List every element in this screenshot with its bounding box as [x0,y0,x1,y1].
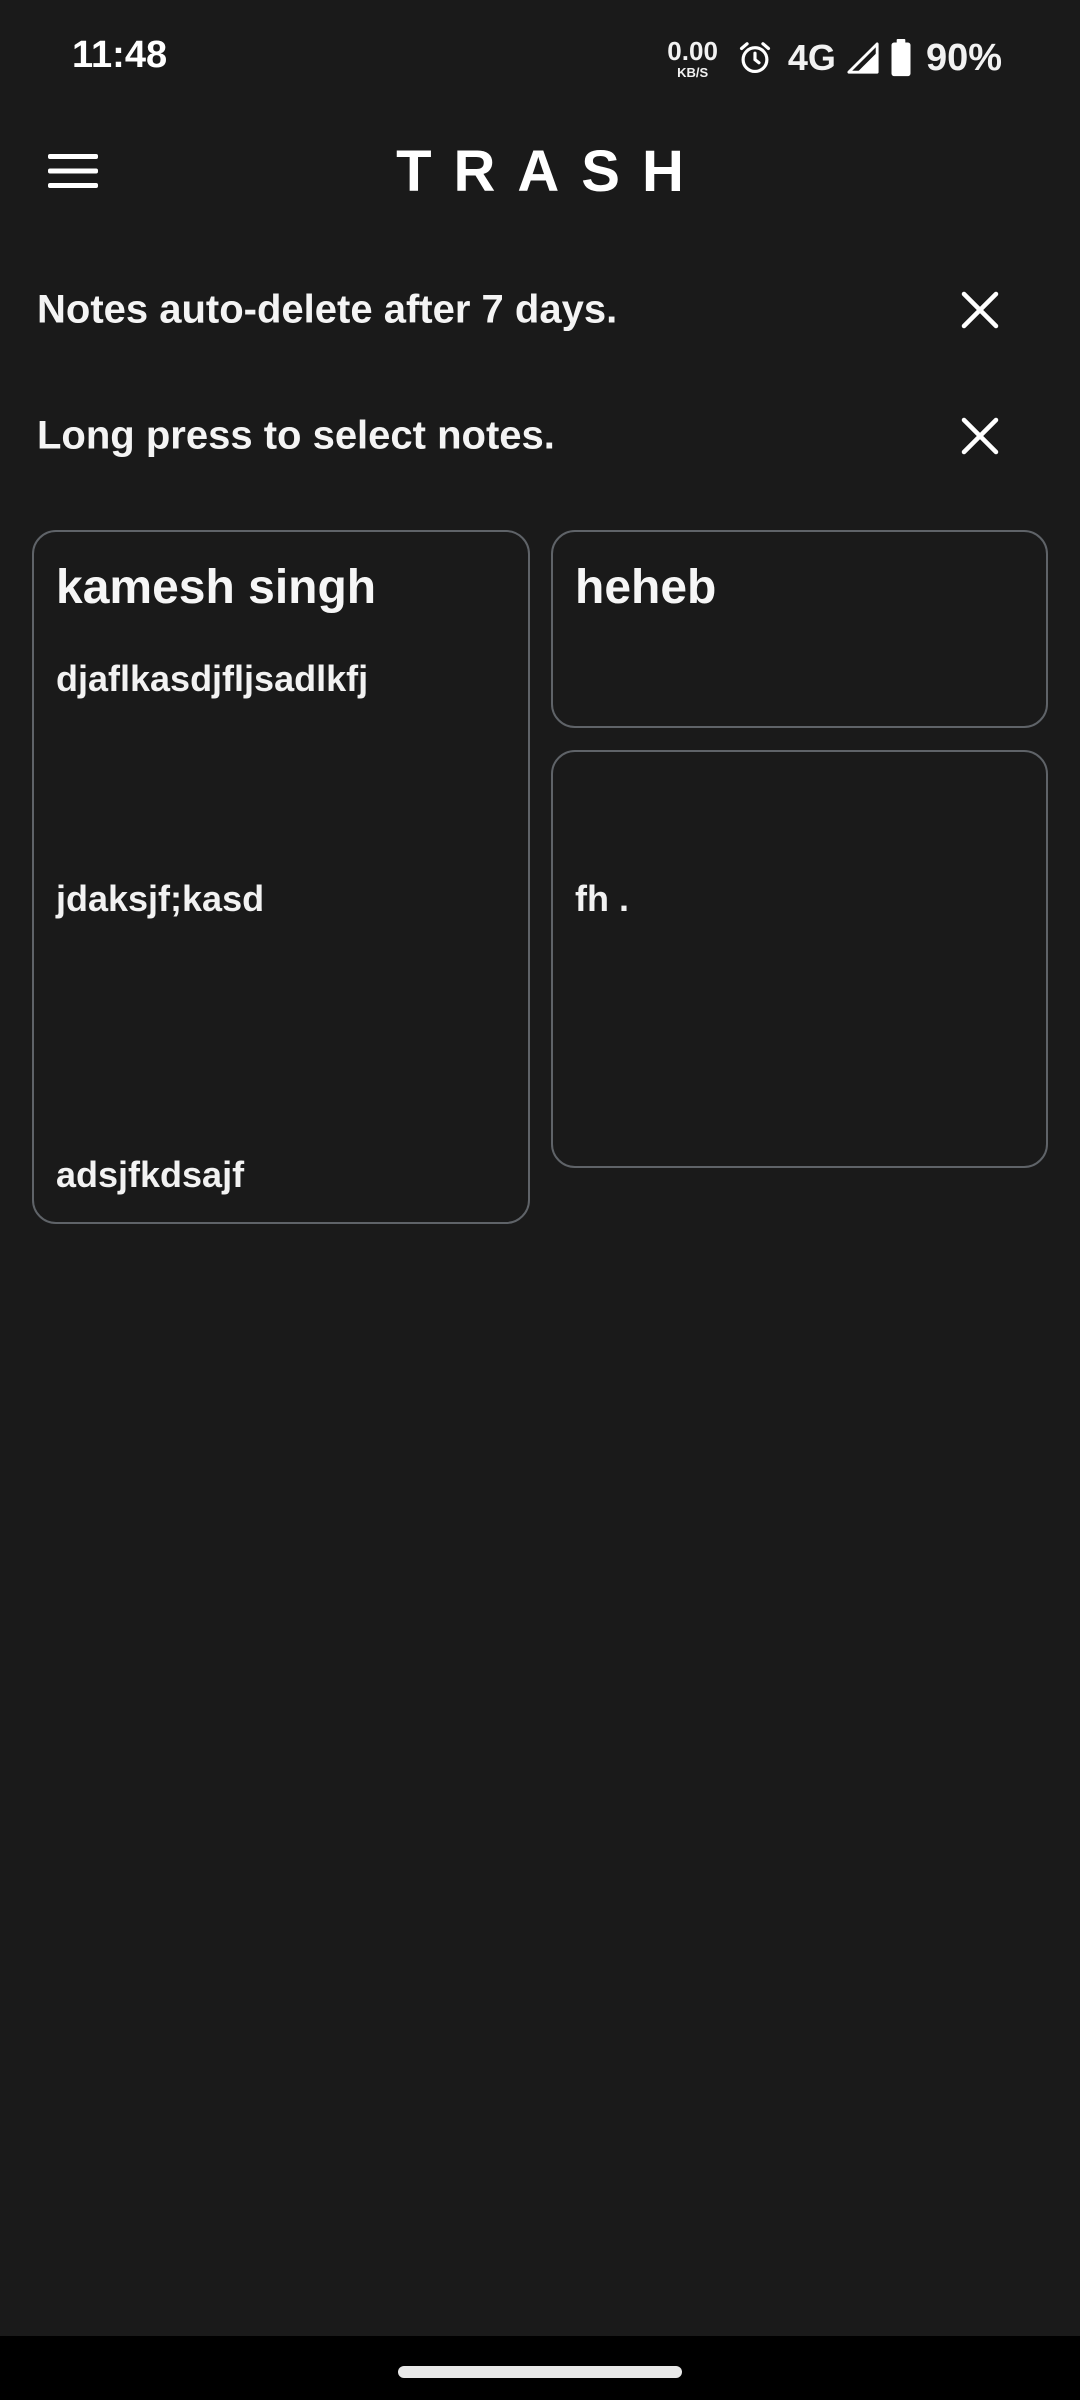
note-title: heheb [575,561,717,614]
banner-text: Long press to select notes. [37,413,555,458]
network-speed-unit: KB/S [677,64,709,80]
long-press-banner: Long press to select notes. [0,386,1080,486]
dismiss-long-press-button[interactable] [950,406,1010,466]
app-bar: TRASH [0,116,1080,226]
note-title: kamesh singh [56,561,377,614]
network-speed-value: 0.00 [667,35,718,66]
note-body-line: jdaksjf;kasd [56,878,265,919]
page-title: TRASH [396,139,706,204]
network-speed: 0.00 KB/S [667,38,718,79]
status-time: 11:48 [72,34,168,76]
battery-percent: 90% [925,36,1002,79]
home-gesture-handle[interactable] [398,2366,682,2378]
note-card[interactable]: kamesh singh djaflkasdjfljsadlkfj jdaksj… [32,530,530,1224]
signal-icon [846,41,880,75]
note-body-line: fh . [575,878,629,919]
status-bar: 11:48 0.00 KB/S 4G 90% [0,0,1080,116]
auto-delete-banner: Notes auto-delete after 7 days. [0,260,1080,360]
network-type: 4G [787,37,836,78]
note-body-line: adsjfkdsajf [56,1154,245,1195]
note-body-line: djaflkasdjfljsadlkfj [56,658,369,699]
status-icons: 0.00 KB/S 4G 90% [667,30,1002,86]
close-icon [961,417,999,455]
battery-icon [890,39,912,77]
alarm-icon [736,39,774,77]
close-icon [961,291,999,329]
note-card[interactable]: heheb [551,530,1048,728]
system-navigation-bar [0,2336,1080,2400]
banner-text: Notes auto-delete after 7 days. [37,287,618,332]
note-card[interactable]: fh . [551,750,1048,1168]
dismiss-auto-delete-button[interactable] [950,280,1010,340]
